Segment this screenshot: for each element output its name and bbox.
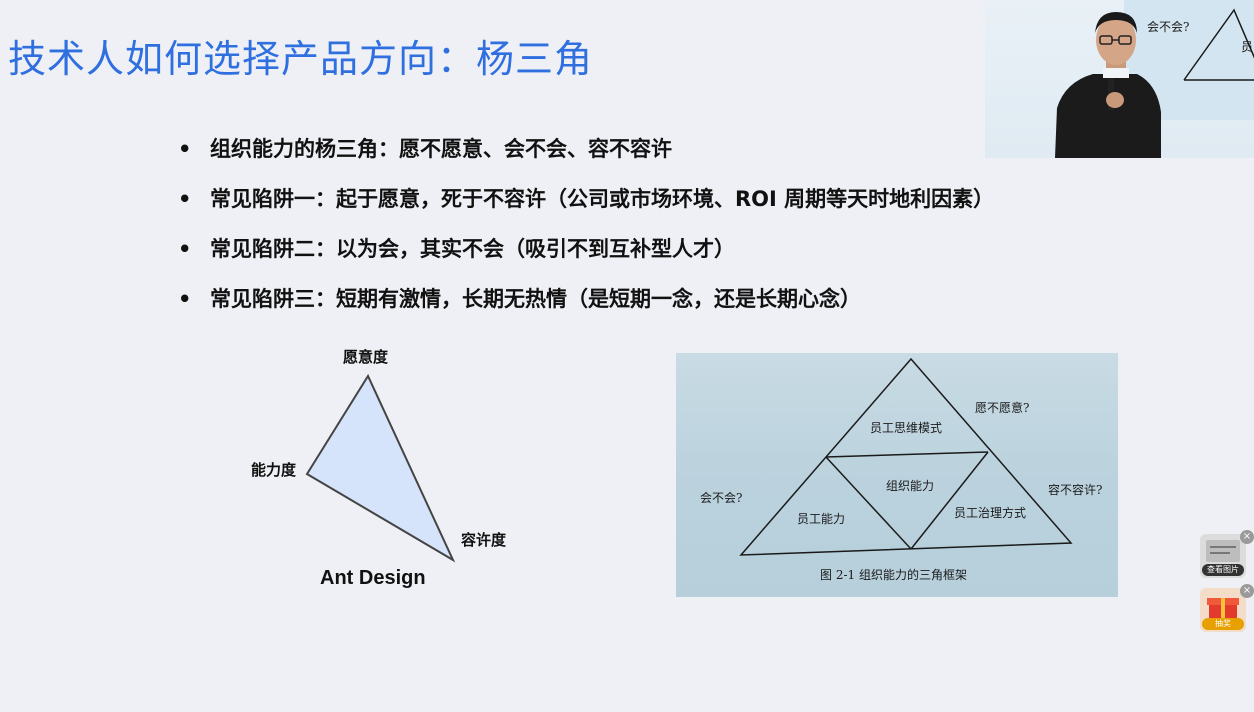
bullet-text: 常见陷阱一：起于愿意，死于不容许（公司或市场环境、ROI 周期等天时地利因素） bbox=[210, 187, 995, 211]
bullet-dot: • bbox=[178, 187, 192, 211]
book-question-willing: 愿不愿意? bbox=[975, 401, 1030, 415]
willingness-label: 愿意度 bbox=[343, 348, 389, 366]
view-image-widget[interactable]: 查看图片 bbox=[1200, 534, 1246, 578]
slide-title: 技术人如何选择产品方向：杨三角 bbox=[8, 37, 594, 81]
book-right-cell: 员工治理方式 bbox=[954, 506, 1027, 520]
book-top-cell: 员工思维模式 bbox=[870, 421, 943, 435]
triangle-shape bbox=[305, 373, 456, 563]
speaker-figure bbox=[1055, 12, 1161, 158]
book-middle-cell: 组织能力 bbox=[886, 479, 935, 493]
bullet-item: • 常见陷阱三：短期有激情，长期无热情（是短期一念，还是长期心念） bbox=[176, 284, 994, 334]
book-caption: 图 2-1 组织能力的三角框架 bbox=[820, 568, 967, 582]
bullet-item: • 常见陷阱二：以为会，其实不会（吸引不到互补型人才） bbox=[176, 234, 994, 284]
bullet-item: • 组织能力的杨三角：愿不愿意、会不会、容不容许 bbox=[176, 134, 994, 184]
view-image-label: 查看图片 bbox=[1202, 564, 1244, 576]
bullet-dot: • bbox=[178, 287, 192, 311]
bullet-text: 组织能力的杨三角：愿不愿意、会不会、容不容许 bbox=[210, 137, 672, 161]
book-question-can: 会不会? bbox=[700, 491, 743, 505]
book-triangle-diagram bbox=[739, 357, 1073, 556]
bullet-dot: • bbox=[178, 137, 192, 161]
bullet-text: 常见陷阱二：以为会，其实不会（吸引不到互补型人才） bbox=[210, 237, 735, 261]
bullet-dot: • bbox=[178, 237, 192, 261]
ant-design-triangle-figure: 愿意度 能力度 容许度 Ant Design bbox=[240, 340, 530, 600]
book-figure-photo: 员工思维模式 组织能力 员工能力 员工治理方式 愿不愿意? 会不会? 容不容许?… bbox=[676, 353, 1118, 597]
lottery-label: 抽奖 bbox=[1202, 618, 1244, 630]
speaker-video[interactable]: 会不会? 员 bbox=[985, 0, 1254, 158]
close-icon[interactable]: × bbox=[1240, 584, 1254, 598]
bullet-item: • 常见陷阱一：起于愿意，死于不容许（公司或市场环境、ROI 周期等天时地利因素） bbox=[176, 184, 994, 234]
close-icon[interactable]: × bbox=[1240, 530, 1254, 544]
ability-label: 能力度 bbox=[251, 461, 297, 479]
permission-label: 容许度 bbox=[461, 531, 507, 549]
ant-design-caption: Ant Design bbox=[320, 567, 426, 589]
lottery-widget[interactable]: 抽奖 bbox=[1200, 588, 1246, 632]
bullet-text: 常见陷阱三：短期有激情，长期无热情（是短期一念，还是长期心念） bbox=[210, 287, 861, 311]
book-question-allow: 容不容许? bbox=[1048, 483, 1103, 497]
book-left-cell: 员工能力 bbox=[797, 512, 846, 526]
bullet-list: • 组织能力的杨三角：愿不愿意、会不会、容不容许 • 常见陷阱一：起于愿意，死于不容… bbox=[176, 134, 994, 334]
